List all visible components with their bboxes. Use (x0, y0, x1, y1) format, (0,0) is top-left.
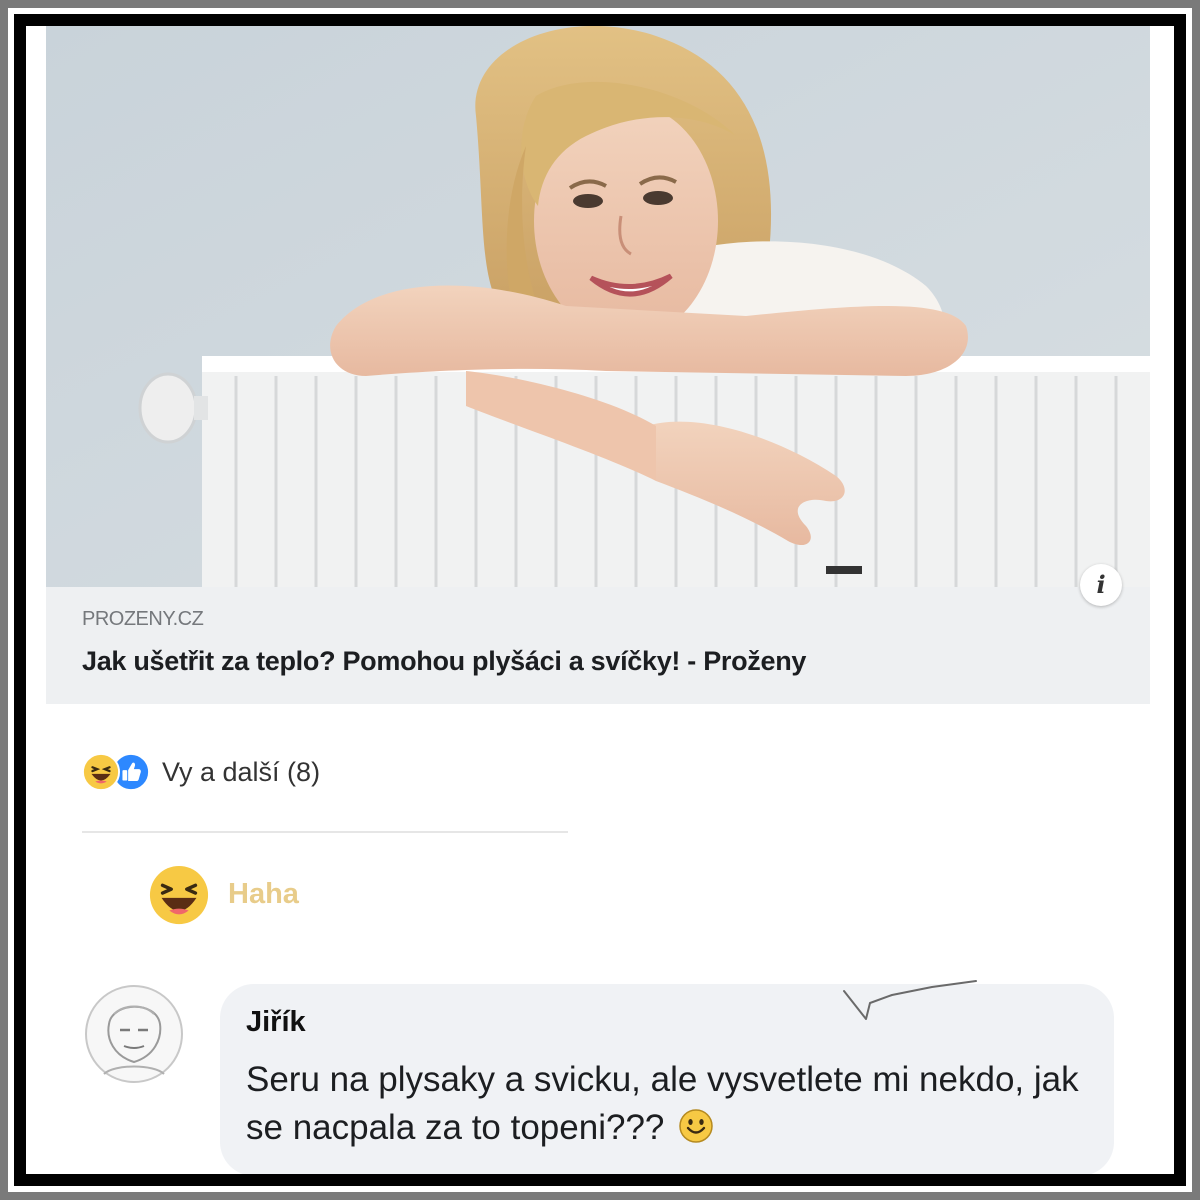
link-domain: PROZENY.CZ (82, 608, 204, 630)
screenshot-frame: i PROZENY.CZ Jak ušetřit za teplo? Pomoh… (14, 14, 1186, 1186)
pen-scribble-mark (843, 980, 977, 1020)
avatar[interactable] (84, 984, 184, 1084)
haha-emoji-icon[interactable] (148, 864, 210, 926)
comment-text-block: Seru na plysaky a svicku, ale vysvetlete… (246, 1056, 1096, 1152)
reactions-summary[interactable]: Vy a další (8) (82, 750, 320, 794)
haha-reaction-label[interactable]: Haha (228, 878, 299, 911)
woman-on-radiator-image (46, 26, 1150, 587)
haha-emoji-icon (82, 753, 120, 791)
info-icon[interactable]: i (1080, 564, 1122, 606)
comment-author[interactable]: Jiřík (246, 1006, 306, 1039)
divider (82, 831, 568, 833)
article-photo[interactable] (46, 26, 1150, 587)
comment-text: Seru na plysaky a svicku, ale vysvetlete… (246, 1060, 1079, 1147)
link-title[interactable]: Jak ušetřit za teplo? Pomohou plyšáci a … (82, 646, 806, 677)
reactions-count-text[interactable]: Vy a další (8) (162, 757, 320, 788)
link-preview-card[interactable]: i PROZENY.CZ Jak ušetřit za teplo? Pomoh… (46, 26, 1150, 704)
smiley-emoji-icon (679, 1109, 713, 1143)
